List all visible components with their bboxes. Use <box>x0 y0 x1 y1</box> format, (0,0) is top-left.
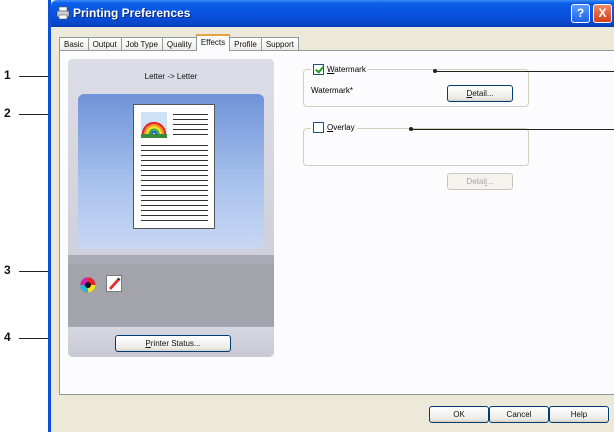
title-bar[interactable]: Printing Preferences ? X <box>51 0 614 27</box>
paper-size-label: Letter -> Letter <box>144 72 198 81</box>
color-icon[interactable] <box>80 277 96 293</box>
printer-icon <box>56 6 70 20</box>
tab-strip: Basic Output Job Type Quality Effects Pr… <box>59 34 299 51</box>
tab-profile[interactable]: Profile <box>229 37 262 51</box>
watermark-label-rest: atermark <box>334 65 366 74</box>
text-lines-short <box>173 114 208 139</box>
callout-line-overlay <box>412 129 614 130</box>
tab-output[interactable]: Output <box>87 37 122 51</box>
preview-pane: Letter -> Letter Printer Status... <box>68 59 274 357</box>
effects-panel: Letter -> Letter Printer Status... Water… <box>59 50 614 395</box>
tab-basic[interactable]: Basic <box>59 37 89 51</box>
tab-effects[interactable]: Effects <box>195 34 231 51</box>
tab-job-type[interactable]: Job Type <box>120 37 163 51</box>
printer-status-button[interactable]: Printer Status... <box>115 335 231 352</box>
tab-support[interactable]: Support <box>260 37 299 51</box>
page-preview <box>133 104 215 229</box>
callout-1: 1 <box>4 68 11 82</box>
overlay-detail-button[interactable]: Detail... <box>447 173 513 190</box>
title-help-button[interactable]: ? <box>571 4 590 23</box>
watermark-checkbox-row[interactable]: Watermark <box>311 64 368 75</box>
text-lines-body <box>141 145 208 225</box>
callout-4: 4 <box>4 330 11 344</box>
help-button[interactable]: Help <box>549 406 609 423</box>
cancel-button[interactable]: Cancel <box>489 406 549 423</box>
overlay-group <box>303 128 529 166</box>
rainbow-image-icon <box>141 112 167 138</box>
overlay-checkbox[interactable] <box>313 122 324 133</box>
ok-button[interactable]: OK <box>429 406 489 423</box>
watermark-detail-button[interactable]: Detail... <box>447 85 513 102</box>
watermark-value: Watermark* <box>311 86 353 95</box>
window-title: Printing Preferences <box>73 6 191 20</box>
preview-top: Letter -> Letter <box>68 59 274 255</box>
overlay-label-rest: verlay <box>333 123 355 132</box>
preview-bottom-bar: Printer Status... <box>68 327 274 357</box>
overlay-checkbox-row[interactable]: Overlay <box>311 122 357 133</box>
overlay-checkbox-label: Overlay <box>327 123 355 132</box>
printer-status-label: rinter Status... <box>150 339 201 348</box>
preview-icon-tray <box>68 264 274 326</box>
page-preview-area <box>78 94 264 249</box>
callout-line-watermark <box>436 71 614 72</box>
edit-icon[interactable] <box>106 275 122 292</box>
overlay-detail-rest: ... <box>486 177 494 186</box>
watermark-detail-label: etail... <box>472 89 494 98</box>
watermark-checkbox[interactable] <box>313 64 324 75</box>
printing-preferences-window: Printing Preferences ? X Basic Output Jo… <box>48 0 614 432</box>
title-close-button[interactable]: X <box>593 4 612 23</box>
overlay-detail-prefix: Detai <box>466 177 486 186</box>
watermark-checkbox-label: Watermark <box>327 65 366 74</box>
tab-quality[interactable]: Quality <box>161 37 197 51</box>
callout-3: 3 <box>4 263 11 277</box>
callout-2: 2 <box>4 106 11 120</box>
